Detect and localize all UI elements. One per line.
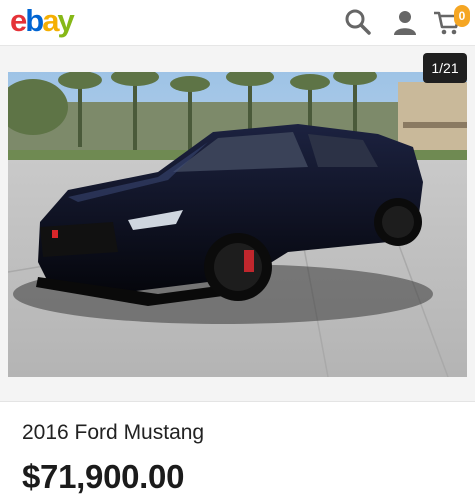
listing-photo[interactable] xyxy=(8,72,467,377)
cart-count-badge: 0 xyxy=(454,5,470,27)
user-icon[interactable] xyxy=(390,7,420,37)
logo-letter-a: a xyxy=(42,3,59,38)
car-photo-illustration xyxy=(8,72,467,377)
section-divider xyxy=(0,401,475,402)
top-header: ebay 0 xyxy=(0,0,475,46)
listing-price: $71,900.00 xyxy=(22,458,185,495)
image-counter: 1/21 xyxy=(423,53,467,83)
logo-letter-b: b xyxy=(25,3,44,38)
logo-letter-y: y xyxy=(57,3,74,38)
ebay-logo[interactable]: ebay xyxy=(10,3,75,39)
logo-letter-e: e xyxy=(10,3,27,38)
listing-title: 2016 Ford Mustang xyxy=(22,421,205,444)
image-gallery[interactable]: 1/21 xyxy=(0,46,475,401)
search-icon[interactable] xyxy=(343,7,373,37)
